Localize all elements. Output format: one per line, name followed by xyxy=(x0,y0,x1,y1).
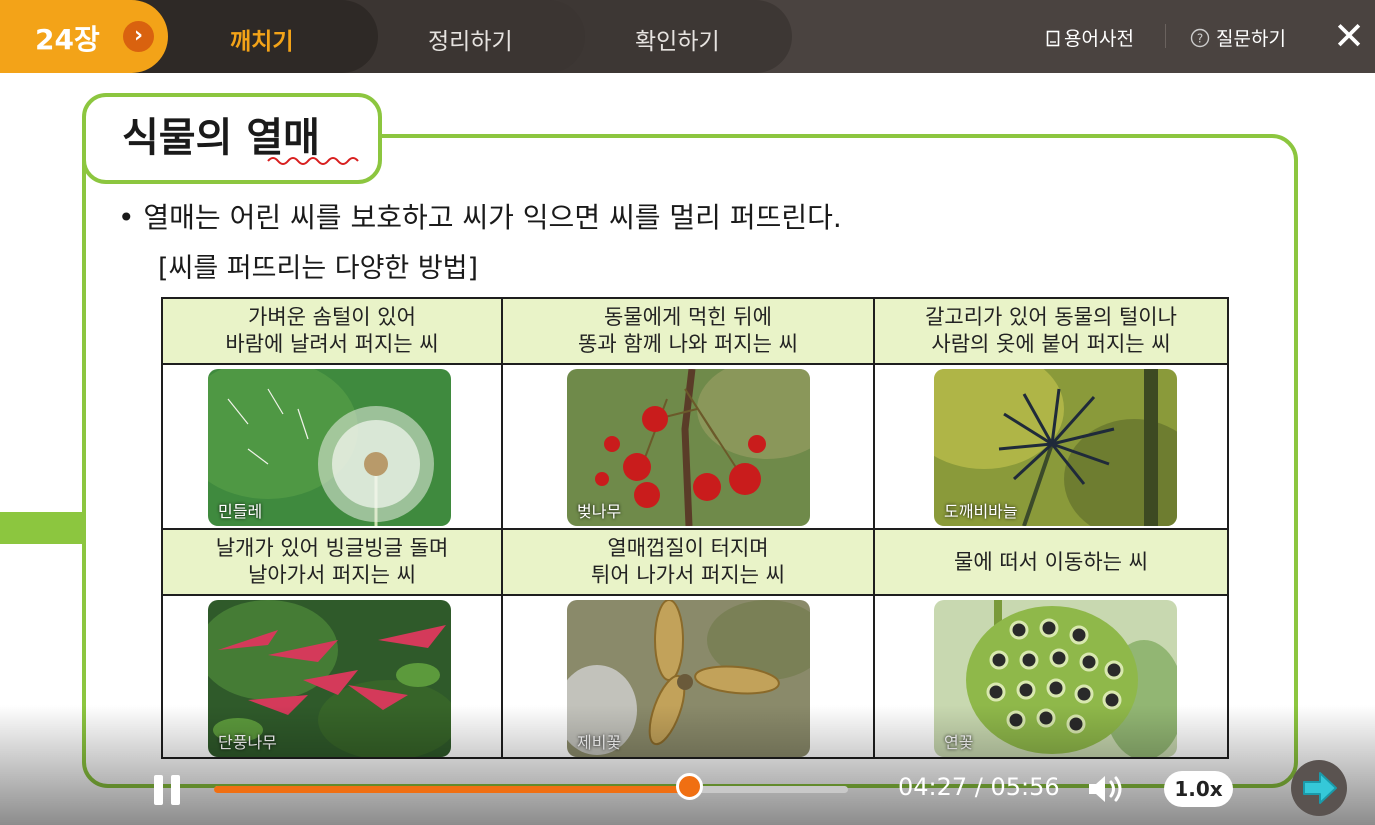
chapter-badge[interactable]: 24장 › xyxy=(0,0,168,73)
table-cell-photo: 연꽃 xyxy=(875,596,1227,757)
subheading: [씨를 퍼뜨리는 다양한 방법] xyxy=(158,253,479,284)
plant-label: 민들레 xyxy=(218,502,263,521)
table-cell-heading: 날개가 있어 빙글빙글 돌며 날아가서 퍼지는 씨 xyxy=(163,530,503,596)
beggarticks-photo: 도깨비바늘 xyxy=(934,369,1177,526)
table-cell-heading: 물에 떠서 이동하는 씨 xyxy=(875,530,1227,596)
table-cell-photo: 벚나무 xyxy=(503,365,875,530)
table-cell-heading: 열매껍질이 터지며 튀어 나가서 퍼지는 씨 xyxy=(503,530,875,596)
seed-dispersal-table: 가벼운 솜털이 있어 바람에 날려서 퍼지는 씨 동물에게 먹힌 뒤에 똥과 함… xyxy=(161,297,1229,759)
next-page-button[interactable] xyxy=(1291,760,1347,816)
speaker-icon xyxy=(1089,776,1122,802)
cherry-photo: 벚나무 xyxy=(567,369,810,526)
table-cell-heading: 가벼운 솜털이 있어 바람에 날려서 퍼지는 씨 xyxy=(163,299,503,365)
table-cell-photo: 민들레 xyxy=(163,365,503,530)
question-label: 질문하기 xyxy=(1216,28,1286,50)
table-cell-heading: 갈고리가 있어 동물의 털이나 사람의 옷에 붙어 퍼지는 씨 xyxy=(875,299,1227,365)
slide-title-tab: 식물의 열매 xyxy=(82,93,382,184)
dictionary-button[interactable]: 용어사전 xyxy=(1046,24,1134,51)
close-icon[interactable]: ✕ xyxy=(1330,16,1368,56)
volume-button[interactable] xyxy=(1086,772,1126,810)
progress-fill xyxy=(214,786,690,793)
svg-text:?: ? xyxy=(1197,32,1203,46)
top-navigation-bar: 24장 › 깨치기 정리하기 확인하기 용어사전 ? 질문하기 ✕ xyxy=(0,0,1375,73)
table-cell-photo: 도깨비바늘 xyxy=(875,365,1227,530)
plant-label: 벚나무 xyxy=(577,502,622,521)
tab-label: 깨치기 xyxy=(230,29,294,55)
dictionary-label: 용어사전 xyxy=(1064,28,1134,50)
tab-label: 정리하기 xyxy=(428,29,513,55)
table-cell-photo: 제비꽃 xyxy=(503,596,875,757)
time-display: 04:27 / 05:56 xyxy=(898,773,1060,801)
pause-button[interactable] xyxy=(153,775,181,805)
plant-label: 단풍나무 xyxy=(218,733,277,752)
question-circle-icon: ? xyxy=(1190,28,1210,48)
arrow-right-icon xyxy=(1303,772,1337,804)
emphasis-squiggle xyxy=(267,157,359,165)
bullet-text: • 열매는 어린 씨를 보호하고 씨가 익으면 씨를 멀리 퍼뜨린다. xyxy=(118,201,842,234)
progress-slider[interactable] xyxy=(214,773,848,800)
chapter-label: 24장 xyxy=(35,23,100,56)
dandelion-photo: 민들레 xyxy=(208,369,451,526)
book-icon xyxy=(1046,30,1060,47)
tab-label: 확인하기 xyxy=(635,29,720,55)
decorative-bar xyxy=(0,512,84,544)
progress-handle[interactable] xyxy=(675,773,703,800)
chevron-right-icon[interactable]: › xyxy=(123,21,154,52)
table-cell-heading: 동물에게 먹힌 뒤에 똥과 함께 나와 퍼지는 씨 xyxy=(503,299,875,365)
plant-label: 연꽃 xyxy=(944,733,974,752)
plant-label: 제비꽃 xyxy=(577,733,622,752)
playback-speed-button[interactable]: 1.0x xyxy=(1164,771,1233,807)
lotus-photo: 연꽃 xyxy=(934,600,1177,757)
divider xyxy=(1165,24,1166,48)
maple-photo: 단풍나무 xyxy=(208,600,451,757)
plant-label: 도깨비바늘 xyxy=(944,502,1018,521)
pause-icon xyxy=(154,775,163,805)
question-button[interactable]: ? 질문하기 xyxy=(1190,24,1286,51)
table-cell-photo: 단풍나무 xyxy=(163,596,503,757)
violet-photo: 제비꽃 xyxy=(567,600,810,757)
